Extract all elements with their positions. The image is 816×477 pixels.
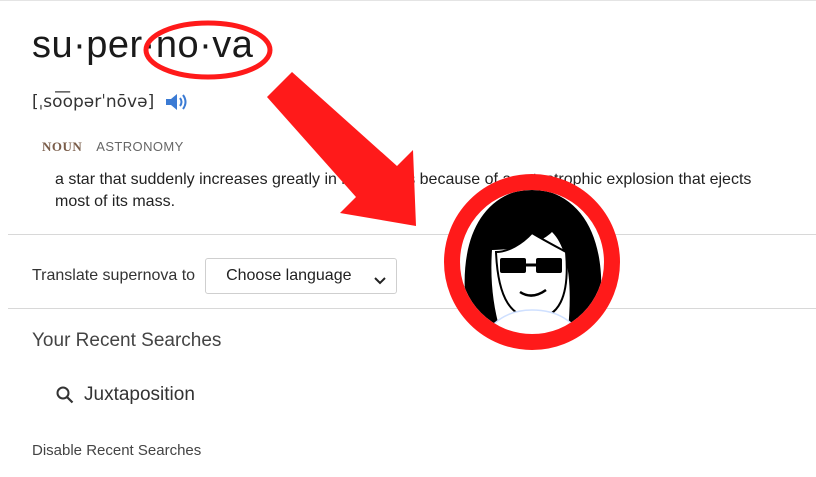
language-select[interactable]: Choose language	[205, 258, 398, 294]
language-select-value: Choose language	[226, 267, 352, 284]
translate-row: Translate supernova to Choose language	[32, 257, 398, 295]
translate-label: Translate supernova to	[32, 267, 196, 284]
recent-search-item[interactable]: Juxtaposition	[56, 384, 195, 406]
speaker-icon[interactable]	[164, 90, 190, 114]
disable-recent-searches-link[interactable]: Disable Recent Searches	[32, 442, 201, 459]
part-of-speech-row: NOUN ASTRONOMY	[42, 139, 184, 155]
divider	[8, 308, 816, 309]
top-border	[0, 0, 816, 1]
recent-search-label: Juxtaposition	[84, 384, 195, 405]
pronunciation-text: [ˌso͞opərˈnōvə]	[32, 92, 155, 112]
recent-searches-heading: Your Recent Searches	[32, 330, 222, 351]
domain-label: ASTRONOMY	[96, 139, 184, 154]
search-icon	[56, 386, 74, 404]
chevron-down-icon	[374, 272, 386, 285]
part-of-speech-label: NOUN	[42, 139, 83, 154]
definition-text: a star that suddenly increases greatly i…	[55, 171, 752, 210]
pronunciation-row: [ˌso͞opərˈnōvə]	[32, 89, 190, 115]
headword: su·per·no·va	[32, 24, 254, 66]
divider	[8, 234, 816, 235]
